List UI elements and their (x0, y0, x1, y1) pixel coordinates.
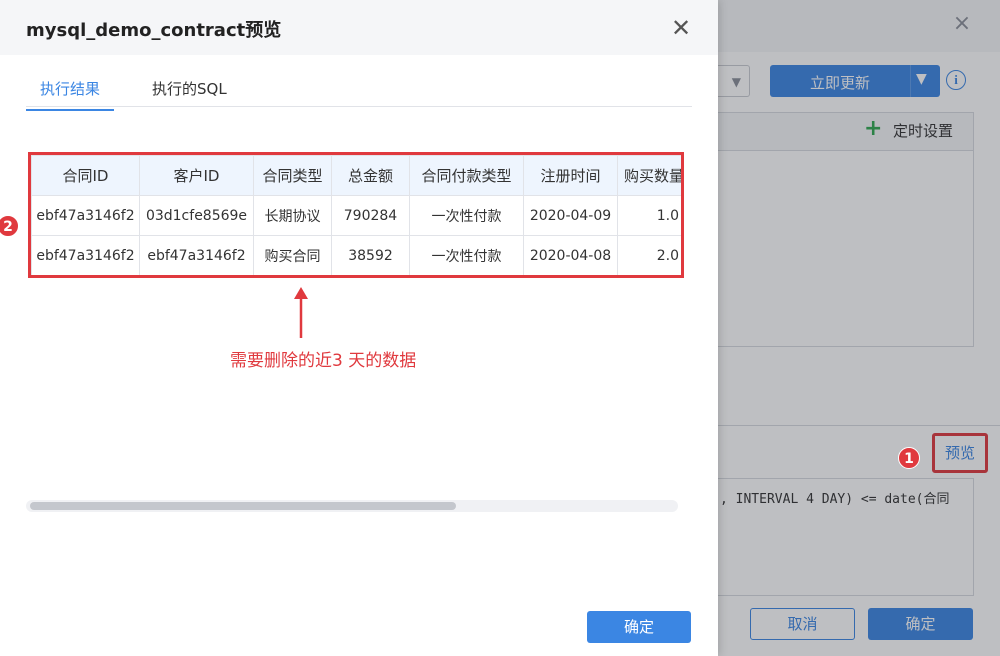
column-header[interactable]: 合同付款类型 (409, 155, 524, 196)
table-cell: 1.0 (617, 195, 681, 236)
table-cell: ebf47a3146f2 (31, 235, 140, 275)
annotation-arrow (294, 287, 308, 338)
result-table-highlight: 合同ID 客户ID 合同类型 总金额 合同付款类型 注册时间 购买数量 ebf4… (28, 152, 684, 278)
close-icon[interactable]: ✕ (670, 16, 692, 40)
preview-button[interactable]: 预览 (932, 433, 988, 473)
scrollbar-thumb[interactable] (30, 502, 456, 510)
timer-settings-link[interactable]: 定时设置 (893, 120, 953, 141)
table-header-row: 合同ID 客户ID 合同类型 总金额 合同付款类型 注册时间 购买数量 (31, 155, 681, 196)
column-header[interactable]: 购买数量 (617, 155, 681, 196)
table-cell: 2.0 (617, 235, 681, 275)
sql-snippet: , INTERVAL 4 DAY) <= date(合同 (720, 492, 950, 507)
step-badge-1: 1 (898, 447, 920, 469)
table-cell: 38592 (331, 235, 410, 275)
modal-title: mysql_demo_contract预览 (26, 20, 282, 41)
table-cell: 03d1cfe8569e (139, 195, 254, 236)
background-panel (700, 112, 974, 347)
table-cell: ebf47a3146f2 (31, 195, 140, 236)
tab-execution-result[interactable]: 执行结果 (26, 78, 114, 111)
update-now-label: 立即更新 (809, 74, 870, 92)
table-cell: 一次性付款 (409, 195, 524, 236)
result-table: 合同ID 客户ID 合同类型 总金额 合同付款类型 注册时间 购买数量 ebf4… (31, 155, 681, 275)
tab-bar: 执行结果 执行的SQL (26, 70, 692, 111)
preview-modal: mysql_demo_contract预览 ✕ 执行结果 执行的SQL 合同ID… (0, 0, 718, 656)
table-cell: 2020-04-08 (523, 235, 618, 275)
column-header[interactable]: 总金额 (331, 155, 410, 196)
table-row: ebf47a3146f2 ebf47a3146f2 购买合同 38592 一次性… (31, 235, 681, 275)
table-cell: ebf47a3146f2 (139, 235, 254, 275)
table-cell: 购买合同 (253, 235, 332, 275)
modal-header: mysql_demo_contract预览 ✕ (0, 0, 718, 55)
update-now-button[interactable]: 立即更新 ▼ (770, 65, 940, 97)
background-confirm-button[interactable]: 确定 (868, 608, 973, 640)
tab-executed-sql[interactable]: 执行的SQL (152, 78, 227, 109)
table-cell: 一次性付款 (409, 235, 524, 275)
button-divider (910, 65, 911, 97)
table-cell: 2020-04-09 (523, 195, 618, 236)
column-header[interactable]: 合同类型 (253, 155, 332, 196)
table-row: ebf47a3146f2 03d1cfe8569e 长期协议 790284 一次… (31, 195, 681, 236)
table-cell: 长期协议 (253, 195, 332, 236)
table-cell: 790284 (331, 195, 410, 236)
cancel-button[interactable]: 取消 (750, 608, 855, 640)
column-header[interactable]: 客户ID (139, 155, 254, 196)
confirm-button[interactable]: 确定 (587, 611, 691, 643)
plus-icon[interactable]: + (864, 118, 882, 140)
chevron-down-icon[interactable]: ▼ (916, 71, 927, 87)
divider (700, 425, 1000, 426)
chevron-down-icon: ▼ (731, 75, 741, 89)
info-icon[interactable]: i (946, 70, 966, 90)
background-close-icon[interactable]: × (952, 13, 972, 35)
annotation-text: 需要删除的近3 天的数据 (230, 351, 417, 371)
column-header[interactable]: 注册时间 (523, 155, 618, 196)
column-header[interactable]: 合同ID (31, 155, 140, 196)
